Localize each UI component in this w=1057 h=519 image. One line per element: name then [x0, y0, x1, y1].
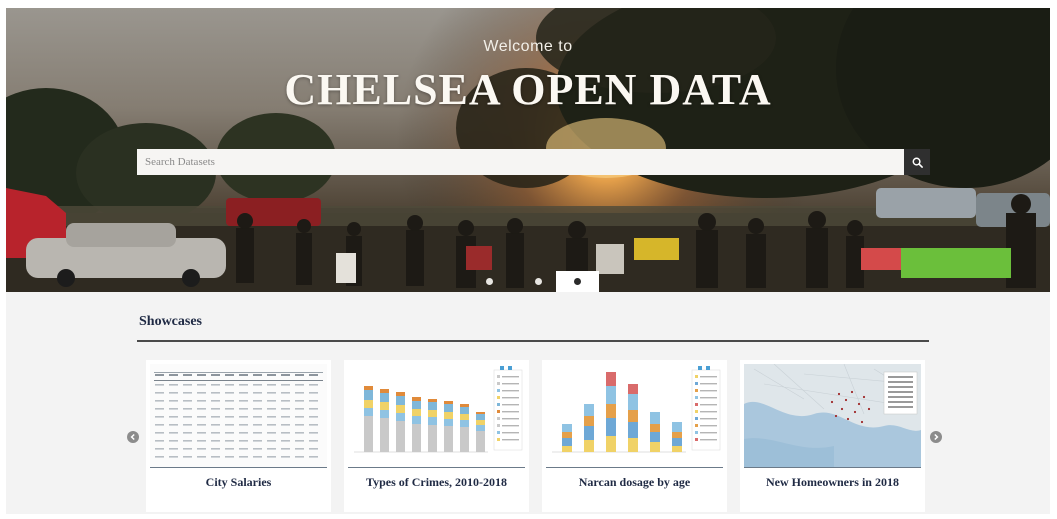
search-input[interactable]	[137, 149, 904, 175]
carousel-prev-button[interactable]	[127, 431, 139, 443]
card-label: New Homeowners in 2018	[766, 475, 899, 489]
carousel-dot-1[interactable]	[486, 278, 493, 285]
thumb-underline	[150, 467, 327, 468]
welcome-text: Welcome to	[483, 38, 573, 55]
site-title: CHELSEA OPEN DATA	[284, 65, 772, 114]
chevron-left-icon	[130, 433, 135, 441]
bar-chart-thumbnail	[348, 364, 525, 467]
showcase-card-city-salaries[interactable]: City Salaries	[146, 360, 331, 512]
search-icon	[912, 157, 923, 168]
showcase-card-types-of-crimes[interactable]: Types of Crimes, 2010-2018	[344, 360, 529, 512]
bar-chart-thumbnail	[546, 364, 723, 467]
map-thumbnail	[744, 364, 921, 467]
hero-banner: Welcome to CHELSEA OPEN DATA	[6, 8, 1050, 292]
carousel-next-button[interactable]	[930, 431, 942, 443]
card-label: Types of Crimes, 2010-2018	[365, 475, 508, 489]
thumb-underline	[744, 467, 921, 468]
thumb-underline	[348, 467, 525, 468]
section-heading-showcases: Showcases	[139, 314, 203, 329]
page: Welcome to CHELSEA OPEN DATA Showcases	[6, 8, 1050, 514]
showcase-card-narcan-dosage[interactable]: Narcan dosage by age	[542, 360, 727, 512]
table-thumbnail	[150, 364, 327, 467]
chevron-right-icon	[934, 433, 939, 441]
section-divider	[137, 340, 929, 342]
search-button[interactable]	[904, 149, 930, 175]
card-label: City Salaries	[205, 475, 272, 489]
showcase-card-new-homeowners[interactable]: New Homeowners in 2018	[740, 360, 925, 512]
dataset-search	[137, 149, 930, 175]
carousel-indicators	[464, 271, 599, 292]
thumb-underline	[546, 467, 723, 468]
carousel-dot-2[interactable]	[535, 278, 542, 285]
carousel-dot-3-active[interactable]	[556, 271, 599, 292]
card-label: Narcan dosage by age	[578, 475, 691, 489]
